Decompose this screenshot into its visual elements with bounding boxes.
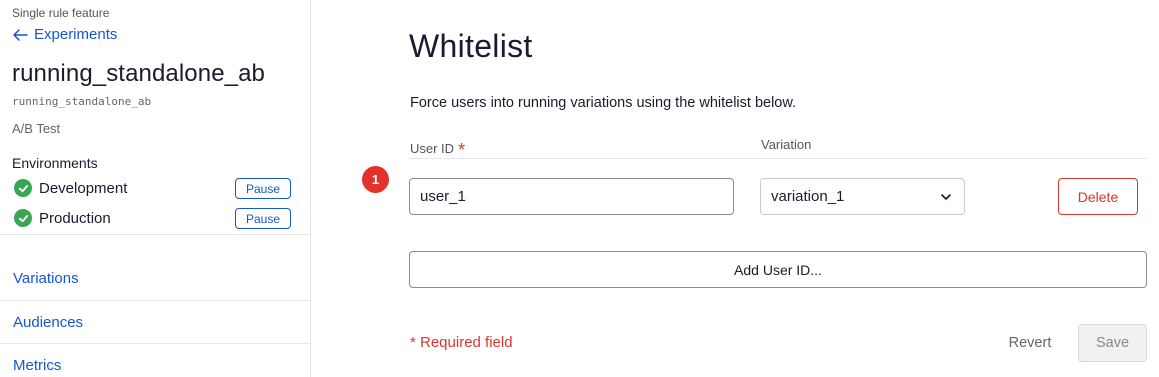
pause-production-button[interactable]: Pause xyxy=(235,208,291,229)
user-id-header-label: User ID xyxy=(410,141,455,156)
back-link-label: Experiments xyxy=(34,26,118,43)
variation-select-value: variation_1 xyxy=(771,188,845,205)
environment-name: Development xyxy=(39,179,128,197)
pause-development-button[interactable]: Pause xyxy=(235,178,291,199)
sidebar-divider xyxy=(0,234,311,235)
header-divider xyxy=(409,158,1147,159)
delete-row-button[interactable]: Delete xyxy=(1058,178,1138,215)
variation-select[interactable]: variation_1 xyxy=(760,178,965,215)
page-title: Whitelist xyxy=(409,28,533,64)
check-circle-icon xyxy=(14,209,32,227)
sidebar-divider xyxy=(0,343,311,344)
sidebar: Single rule feature Experiments running_… xyxy=(0,0,311,377)
feature-kind-label: Single rule feature xyxy=(12,6,110,20)
environment-row-development: Development Pause xyxy=(14,177,294,199)
page-description: Force users into running variations usin… xyxy=(410,95,797,111)
user-id-input[interactable] xyxy=(409,178,734,215)
required-asterisk: * xyxy=(458,140,466,160)
row-number-badge: 1 xyxy=(362,166,389,193)
nav-item-metrics[interactable]: Metrics xyxy=(13,357,61,374)
revert-button[interactable]: Revert xyxy=(990,325,1070,361)
environment-name: Production xyxy=(39,209,111,227)
back-to-experiments-link[interactable]: Experiments xyxy=(12,26,117,43)
save-button[interactable]: Save xyxy=(1078,324,1147,362)
user-id-column-header: User ID * xyxy=(410,137,466,160)
nav-item-variations[interactable]: Variations xyxy=(13,270,79,287)
check-circle-icon xyxy=(14,179,32,197)
chevron-down-icon xyxy=(941,194,951,200)
nav-item-audiences[interactable]: Audiences xyxy=(13,314,83,331)
arrow-left-icon xyxy=(13,28,28,41)
experiment-type: A/B Test xyxy=(12,121,61,136)
add-user-id-button[interactable]: Add User ID... xyxy=(409,251,1147,288)
environment-row-production: Production Pause xyxy=(14,207,294,229)
experiment-key: running_standalone_ab xyxy=(12,95,152,108)
sidebar-divider xyxy=(0,300,311,301)
variation-column-header: Variation xyxy=(761,137,812,152)
experiment-name: running_standalone_ab xyxy=(12,60,265,87)
environments-heading: Environments xyxy=(12,155,98,171)
required-field-note: * Required field xyxy=(410,334,513,351)
